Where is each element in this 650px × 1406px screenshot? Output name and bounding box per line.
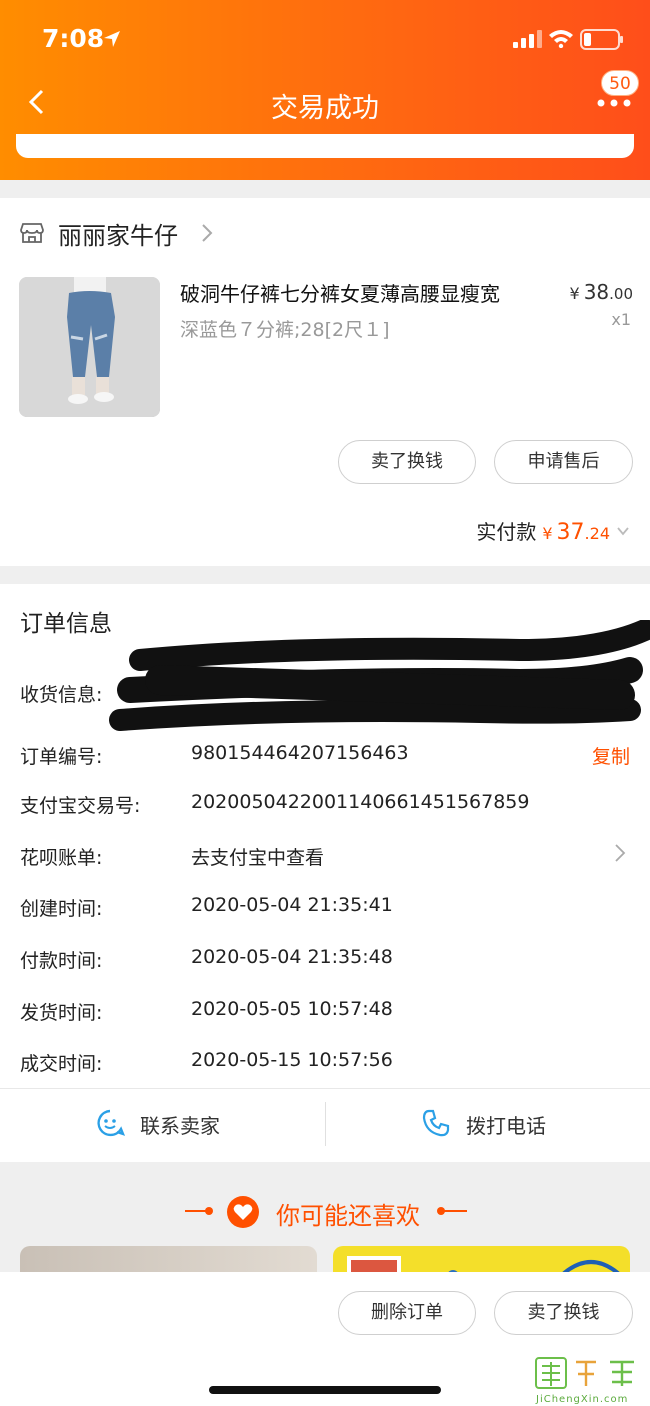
huabei-link[interactable]: 去支付宝中查看 xyxy=(191,843,324,870)
price-dec: .00 xyxy=(609,285,633,303)
alipay-no-value: 2020050422001140661451567859 xyxy=(191,791,530,813)
watermark-text: JiChengXin.com xyxy=(536,1394,629,1405)
chevron-down-icon[interactable] xyxy=(616,526,630,536)
delete-order-button[interactable]: 删除订单 xyxy=(338,1291,476,1335)
recommend-title-text: 你可能还喜欢 xyxy=(276,1202,420,1230)
call-phone-label: 拨打电话 xyxy=(466,1114,546,1138)
product-title[interactable]: 破洞牛仔裤七分裤女夏薄高腰显瘦宽 xyxy=(180,278,500,307)
price-int: 38 xyxy=(583,280,610,304)
closed-time-value: 2020-05-15 10:57:56 xyxy=(191,1049,393,1071)
order-info-section: 订单信息 收货信息: 李旭，1547… 广州市黄州区 订单编号: 9801544… xyxy=(0,584,650,1162)
store-chevron-icon[interactable] xyxy=(200,222,214,244)
redaction-scribble xyxy=(109,620,650,731)
closed-time-label: 成交时间: xyxy=(20,1053,103,1075)
message-count-badge[interactable]: 50 xyxy=(601,70,639,96)
order-info-heading: 订单信息 xyxy=(20,611,112,637)
header-bar: 7:08 交易成功 50 xyxy=(0,0,650,180)
page-title: 交易成功 xyxy=(271,93,379,124)
chat-face-icon xyxy=(97,1109,125,1137)
order-no-value: 980154464207156463 xyxy=(191,742,409,764)
header-card-edge xyxy=(16,134,634,158)
after-sale-button[interactable]: 申请售后 xyxy=(494,440,633,484)
paid-amount-row[interactable]: 实付款 ¥37.24 xyxy=(476,516,610,545)
contact-seller-label: 联系卖家 xyxy=(140,1114,220,1138)
product-sku: 深蓝色７分裤;28[2尺１] xyxy=(180,319,390,341)
sell-for-cash-button[interactable]: 卖了换钱 xyxy=(338,440,476,484)
recommend-title: 你可能还喜欢 xyxy=(0,1196,650,1231)
product-image[interactable] xyxy=(19,277,160,417)
alipay-no-label: 支付宝交易号: xyxy=(20,795,141,817)
sell-for-cash-bottom-button[interactable]: 卖了换钱 xyxy=(494,1291,633,1335)
contact-seller-button[interactable]: 联系卖家 xyxy=(95,1104,275,1144)
divider xyxy=(0,1088,650,1089)
status-time: 7:08 xyxy=(42,24,105,53)
product-quantity: x1 xyxy=(611,310,631,329)
paid-amount-dec: .24 xyxy=(584,524,610,543)
shipped-time-value: 2020-05-05 10:57:48 xyxy=(191,998,393,1020)
home-indicator[interactable] xyxy=(209,1386,441,1394)
battery-icon xyxy=(580,29,623,50)
copy-order-no-button[interactable]: 复制 xyxy=(592,742,630,769)
recommend-dash-right xyxy=(441,1210,467,1212)
store-section: 丽丽家牛仔 破洞牛仔裤七分裤女夏薄高腰显瘦宽 深蓝色７分裤;28[2尺１] ¥3… xyxy=(0,198,650,566)
phone-icon xyxy=(422,1109,450,1137)
location-arrow-icon xyxy=(104,31,120,47)
divider-vertical xyxy=(325,1102,326,1146)
paid-label: 实付款 xyxy=(476,520,537,544)
jeans-model-image xyxy=(19,277,160,417)
paid-currency: ¥ xyxy=(542,524,553,543)
product-price: ¥38.00 xyxy=(570,280,634,304)
created-time-value: 2020-05-04 21:35:41 xyxy=(191,894,393,916)
store-icon xyxy=(20,223,44,243)
order-detail-page: 7:08 交易成功 50 丽丽家牛仔 破洞牛仔裤七分裤女夏薄高腰显瘦宽 深蓝色７… xyxy=(0,0,650,1406)
paid-time-label: 付款时间: xyxy=(20,950,103,972)
order-no-label: 订单编号: xyxy=(20,746,103,768)
created-time-label: 创建时间: xyxy=(20,898,103,920)
store-name[interactable]: 丽丽家牛仔 xyxy=(58,216,178,251)
paid-amount-int: 37 xyxy=(556,520,585,545)
address-label: 收货信息: xyxy=(20,684,103,706)
huabei-label: 花呗账单: xyxy=(20,847,103,869)
paid-time-value: 2020-05-04 21:35:48 xyxy=(191,946,393,968)
more-dots-icon[interactable] xyxy=(596,96,632,110)
price-currency: ¥ xyxy=(569,284,580,303)
cellular-signal-icon xyxy=(513,30,542,48)
wifi-icon xyxy=(549,30,573,48)
call-phone-button[interactable]: 拨打电话 xyxy=(421,1104,601,1144)
shipped-time-label: 发货时间: xyxy=(20,1002,103,1024)
paid-amount: 37.24 xyxy=(557,520,610,545)
huabei-chevron-icon[interactable] xyxy=(614,843,626,863)
